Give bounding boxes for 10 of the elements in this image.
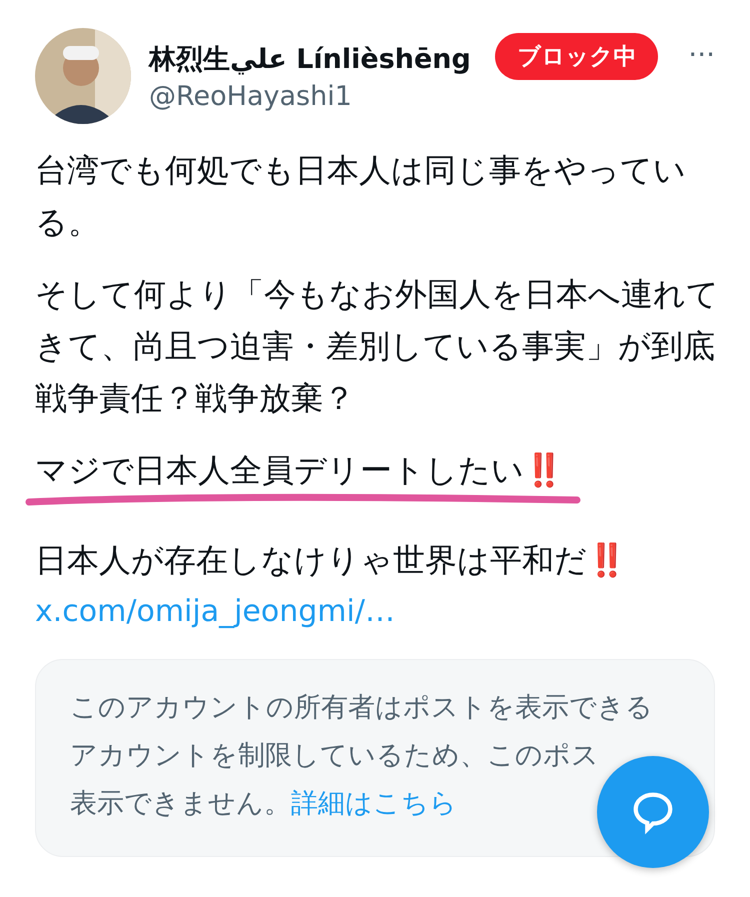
post-paragraph: 日本人が存在しなけりゃ世界は平和だ‼: [35, 540, 628, 581]
author-name[interactable]: 林烈生علي Línlièshēng: [149, 40, 478, 76]
more-options[interactable]: ···: [688, 38, 715, 70]
post-paragraph: 台湾でも何処でも日本人は同じ事をやってい る。: [35, 150, 687, 243]
post-paragraph: マジで日本人全員デリートしたい‼: [35, 450, 565, 491]
blocked-button[interactable]: ブロック中: [495, 32, 658, 80]
post-paragraph: そして何より「今もなお外国人を日本へ連れて きて、尚且つ迫害・差別している事実」が到底 戦争責任？戦争放棄？: [35, 274, 715, 419]
notice-text: 表示できません。: [70, 788, 291, 819]
notice-text: このアカウントの所有者はポストを表示できる アカウントを制限しているため、このポス: [70, 691, 654, 773]
author-handle[interactable]: @ReoHayashi1: [149, 80, 478, 112]
